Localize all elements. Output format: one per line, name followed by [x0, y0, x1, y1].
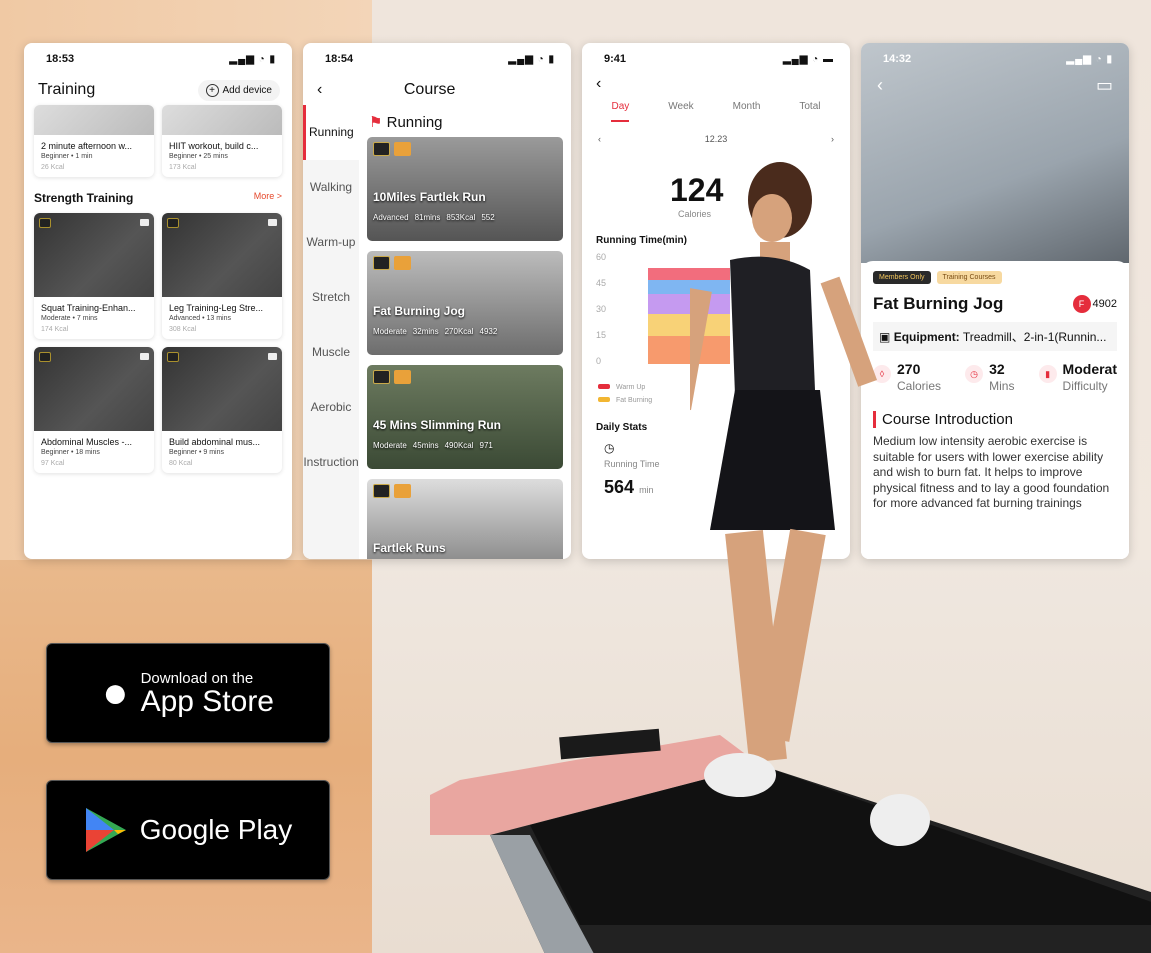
tick-label: 45	[596, 278, 607, 288]
prev-icon[interactable]: ‹	[598, 134, 601, 144]
category-running[interactable]: Running	[303, 105, 359, 160]
workout-card[interactable]: 2 minute afternoon w... Beginner • 1 min 2…	[34, 105, 154, 177]
plus-icon: +	[205, 83, 219, 97]
page-title: Training	[38, 81, 96, 98]
app-store-button[interactable]: ● Download on the App Store	[46, 643, 330, 743]
course-card[interactable]: 45 Mins Slimming Run Moderate 45mins 490Kca…	[367, 365, 563, 469]
legend-warmup: Warm Up	[598, 384, 645, 391]
woman-running-photo	[690, 162, 930, 846]
workout-card[interactable]: Squat Training-Enhan... Moderate • 7 mins…	[34, 213, 154, 339]
status-bar: 14:32 ▂▄▆ ◔ ▮	[883, 53, 1113, 65]
thumbnail	[34, 213, 154, 297]
tab-week[interactable]: Week	[668, 101, 693, 122]
thumbnail	[34, 105, 154, 135]
section-title: Strength Training	[34, 191, 134, 205]
status-bar: 9:41 ▂▄▆ ◔ ▬	[604, 53, 834, 65]
phone-course-screen: 18:54 ▂▄▆ ◔ ▮ ‹ Course Running Walking War…	[303, 43, 571, 559]
category-walking[interactable]: Walking	[303, 160, 359, 215]
tab-total[interactable]: Total	[799, 101, 820, 122]
section-heading: ⚑ Running	[369, 114, 443, 131]
category-list: Running Walking Warm-up Stretch Muscle A…	[303, 105, 359, 559]
workout-card[interactable]: Leg Training-Leg Stre... Advanced • 13 mi…	[162, 213, 282, 339]
date-label: 12.23	[704, 134, 728, 144]
tick-label: 0	[596, 356, 602, 366]
category-aerobic[interactable]: Aerobic	[303, 380, 359, 435]
signal-icon: ▂▄▆ ◔ ▮	[1066, 53, 1113, 65]
category-muscle[interactable]: Muscle	[303, 325, 359, 380]
course-card[interactable]: 10Miles Fartlek Run Advanced 81mins 853Kcal…	[367, 137, 563, 241]
legend-fatburning: Fat Burning	[598, 397, 652, 404]
next-icon[interactable]: ›	[831, 134, 834, 144]
thumbnail	[162, 347, 282, 431]
floor-wood	[0, 560, 372, 953]
google-play-button[interactable]: Google Play	[46, 780, 330, 880]
tick-label: 60	[596, 252, 607, 262]
google-play-icon	[85, 808, 126, 852]
cast-icon[interactable]: ▭	[1096, 75, 1113, 96]
tab-day[interactable]: Day	[611, 101, 630, 122]
avatar: F	[1072, 295, 1091, 313]
thumbnail	[162, 213, 282, 297]
bars-icon: ▮	[1038, 365, 1057, 383]
clock-icon: ◷	[965, 365, 984, 383]
signal-icon: ▂▄▆ ◔ ▬	[782, 53, 834, 65]
signal-icon: ▂▄▆ ◔ ▮	[229, 53, 276, 65]
apple-icon: ●	[102, 668, 129, 717]
signal-icon: ▂▄▆ ◔ ▮	[508, 53, 555, 65]
workout-card[interactable]: Build abdominal mus... Beginner • 9 mins 8…	[162, 347, 282, 473]
category-warmup[interactable]: Warm-up	[303, 215, 359, 270]
tick-label: 30	[596, 304, 607, 314]
category-instruction[interactable]: Instruction	[303, 435, 359, 490]
workout-card[interactable]: HIIT workout, build c... Beginner • 25 mi…	[162, 105, 282, 177]
status-bar: 18:53 ▂▄▆ ◔ ▮	[46, 53, 276, 65]
participant-count: 4902	[1092, 298, 1117, 310]
back-icon[interactable]: ‹	[877, 75, 883, 96]
thumbnail	[162, 105, 282, 135]
category-stretch[interactable]: Stretch	[303, 270, 359, 325]
course-card[interactable]: Fat Burning Jog Moderate 32mins 270Kcal 4932	[367, 251, 563, 355]
back-icon[interactable]: ‹	[582, 75, 850, 93]
status-bar: 18:54 ▂▄▆ ◔ ▮	[325, 53, 555, 65]
stat-mins: ◷ 32 Mins	[965, 361, 1014, 395]
page-title: Course	[403, 81, 456, 98]
running-time-value: 564	[604, 477, 635, 497]
workout-card[interactable]: Abdominal Muscles -... Beginner • 18 mins…	[34, 347, 154, 473]
phone-training-screen: 18:53 ▂▄▆ ◔ ▮ Training + Add device 2 minu…	[24, 43, 292, 559]
tab-month[interactable]: Month	[733, 101, 761, 122]
course-card[interactable]: Fartlek Runs	[367, 479, 563, 559]
tick-label: 15	[596, 330, 607, 340]
more-link[interactable]: More >	[254, 191, 282, 205]
stat-difficulty: ▮ Moderat Difficulty	[1038, 361, 1117, 395]
thumbnail	[34, 347, 154, 431]
add-device-button[interactable]: + Add device	[197, 79, 280, 101]
runner-icon: ⚑	[369, 114, 383, 131]
